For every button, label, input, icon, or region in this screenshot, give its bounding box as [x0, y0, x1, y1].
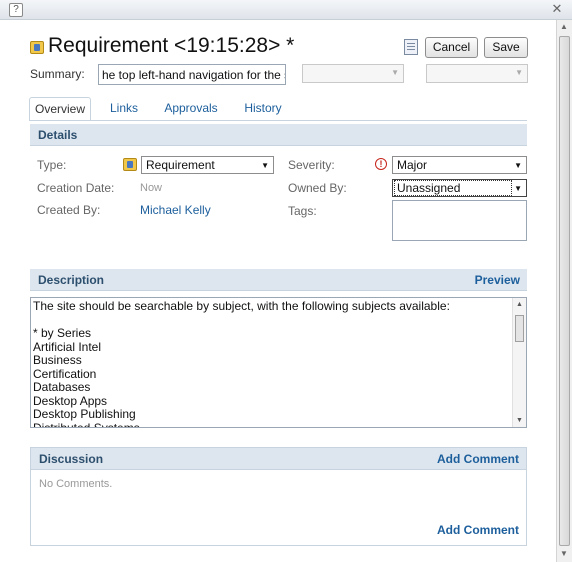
window-titlebar: ? ✕ — [0, 0, 572, 20]
tab-overview[interactable]: Overview — [29, 97, 91, 121]
close-icon[interactable]: ✕ — [550, 1, 564, 17]
severity-select-value: Major — [397, 158, 428, 172]
summary-label: Summary: — [30, 67, 85, 81]
description-scroll-thumb[interactable] — [515, 315, 524, 342]
chevron-down-icon: ▼ — [391, 68, 399, 77]
disabled-select-1: ▼ — [302, 64, 404, 83]
chevron-down-icon: ▼ — [514, 184, 522, 193]
scroll-down-arrow-icon[interactable]: ▼ — [560, 549, 568, 558]
type-select-value: Requirement — [146, 158, 215, 172]
tab-approvals[interactable]: Approvals — [160, 97, 222, 121]
scroll-up-arrow-icon[interactable]: ▲ — [516, 301, 523, 308]
type-label: Type: — [37, 158, 67, 172]
document-icon[interactable] — [404, 39, 418, 55]
add-comment-link-bottom[interactable]: Add Comment — [437, 523, 519, 537]
disabled-select-2: ▼ — [426, 64, 528, 83]
chevron-down-icon: ▼ — [514, 161, 522, 170]
cancel-button[interactable]: Cancel — [425, 37, 478, 58]
requirement-icon — [30, 41, 44, 54]
chevron-down-icon: ▼ — [515, 68, 523, 77]
details-header: Details — [30, 124, 527, 146]
summary-input[interactable]: he top left-hand navigation for the site — [98, 64, 286, 85]
type-select[interactable]: Requirement ▼ — [141, 156, 274, 174]
description-text: The site should be searchable by subject… — [33, 299, 450, 428]
description-textarea[interactable]: The site should be searchable by subject… — [30, 297, 527, 428]
created-by-link[interactable]: Michael Kelly — [140, 203, 211, 217]
add-comment-link-top[interactable]: Add Comment — [437, 452, 519, 466]
requirement-type-icon — [123, 158, 137, 171]
window-scrollbar[interactable]: ▲ ▼ — [556, 20, 572, 562]
discussion-heading: Discussion — [39, 452, 104, 466]
description-header: Description Preview — [30, 269, 527, 291]
scroll-up-arrow-icon[interactable]: ▲ — [560, 22, 568, 31]
focus-outline — [394, 180, 512, 196]
preview-link[interactable]: Preview — [475, 273, 520, 287]
created-by-label: Created By: — [37, 203, 101, 217]
creation-date-label: Creation Date: — [37, 181, 115, 195]
discussion-header: Discussion Add Comment — [31, 448, 526, 470]
scrollbar-thumb[interactable] — [559, 36, 570, 546]
severity-label: Severity: — [288, 158, 335, 172]
tab-divider — [29, 120, 527, 121]
no-comments-text: No Comments. — [39, 478, 113, 490]
page-title: Requirement <19:15:28> * — [48, 34, 295, 57]
owned-by-label: Owned By: — [288, 181, 347, 195]
severity-alert-icon: ! — [375, 158, 387, 170]
save-button[interactable]: Save — [484, 37, 528, 58]
creation-date-value: Now — [140, 182, 163, 194]
discussion-panel: Discussion Add Comment No Comments. Add … — [30, 447, 527, 546]
owned-by-select[interactable]: Unassigned ▼ — [392, 179, 527, 197]
tags-label: Tags: — [288, 204, 317, 218]
description-scrollbar[interactable]: ▲ ▼ — [512, 298, 526, 427]
help-icon[interactable]: ? — [9, 3, 23, 17]
chevron-down-icon: ▼ — [261, 161, 269, 170]
details-heading: Details — [38, 128, 78, 142]
tab-links[interactable]: Links — [103, 97, 145, 121]
tags-input[interactable] — [392, 200, 527, 241]
severity-select[interactable]: Major ▼ — [392, 156, 527, 174]
tab-history[interactable]: History — [238, 97, 288, 121]
scroll-down-arrow-icon[interactable]: ▼ — [516, 417, 523, 424]
description-heading: Description — [38, 273, 105, 287]
